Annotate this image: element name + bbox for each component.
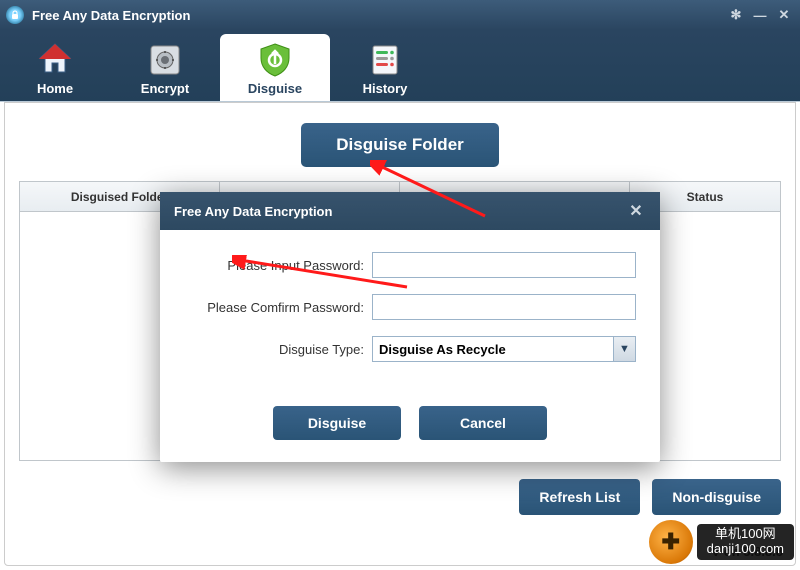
- cancel-button[interactable]: Cancel: [419, 406, 547, 440]
- disguise-button[interactable]: Disguise: [273, 406, 401, 440]
- confirm-password-label: Please Comfirm Password:: [184, 300, 364, 315]
- dialog-close-icon[interactable]: ✕: [626, 201, 646, 221]
- password-dialog: Free Any Data Encryption ✕ Please Input …: [160, 192, 660, 462]
- dialog-title: Free Any Data Encryption: [174, 204, 332, 219]
- disguise-type-select[interactable]: Disguise As Recycle ▼: [372, 336, 636, 362]
- annotation-arrow-top: [370, 160, 490, 220]
- disguise-type-value: Disguise As Recycle: [379, 342, 629, 357]
- watermark: ✚ 单机100网 danji100.com: [649, 520, 794, 564]
- chevron-down-icon: ▼: [613, 337, 635, 361]
- watermark-text: 单机100网 danji100.com: [697, 524, 794, 561]
- disguise-type-label: Disguise Type:: [184, 342, 364, 357]
- confirm-password-input[interactable]: [372, 294, 636, 320]
- watermark-icon: ✚: [649, 520, 693, 564]
- annotation-arrow-bottom: [232, 255, 412, 295]
